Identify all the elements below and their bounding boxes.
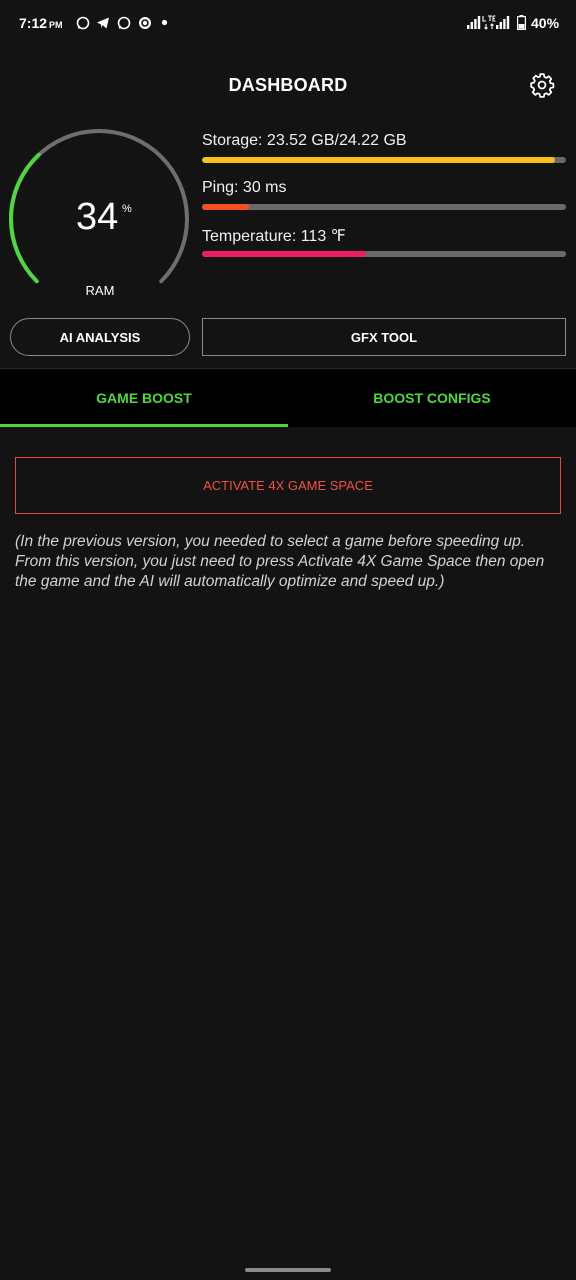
home-indicator[interactable] (245, 1268, 331, 1272)
telegram-icon (97, 17, 109, 29)
signal-icon (467, 16, 481, 29)
ping-bar-fill (202, 204, 250, 210)
storage-bar (202, 157, 566, 163)
active-tab-indicator (0, 424, 288, 427)
whatsapp-icon (117, 16, 131, 30)
signal-icon (496, 16, 510, 29)
dot-icon (161, 19, 168, 26)
battery-icon (517, 15, 526, 30)
storage-bar-fill (202, 157, 556, 163)
tab-bar: GAME BOOST BOOST CONFIGS (0, 368, 576, 427)
lte-icon (482, 15, 496, 30)
temperature-bar-fill (202, 251, 366, 257)
ping-label: Ping: 30 ms (202, 179, 287, 196)
temperature-bar (202, 251, 566, 257)
ping-bar (202, 204, 566, 210)
status-time: 7:12 PM (19, 15, 63, 31)
ram-value: 34 (76, 196, 119, 238)
ai-analysis-button[interactable]: AI ANALYSIS (10, 318, 190, 356)
gfx-tool-button[interactable]: GFX TOOL (202, 318, 566, 356)
storage-label: Storage: 23.52 GB/24.22 GB (202, 132, 407, 149)
app-icon (139, 17, 151, 29)
activate-game-space-button[interactable]: ACTIVATE 4X GAME SPACE (15, 457, 561, 514)
info-note: (In the previous version, you needed to … (15, 533, 545, 590)
gear-icon[interactable] (529, 72, 555, 98)
ram-unit: % (122, 203, 132, 215)
ram-gauge-fill (9, 152, 41, 284)
tab-game-boost[interactable]: GAME BOOST (0, 369, 288, 427)
page-title: DASHBOARD (228, 75, 348, 95)
whatsapp-icon (76, 16, 90, 30)
ram-label: RAM (85, 283, 115, 298)
battery-percentage: 40% (531, 15, 560, 31)
tab-boost-configs[interactable]: BOOST CONFIGS (288, 369, 576, 427)
temperature-label: Temperature: 113 ℉ (202, 228, 346, 245)
